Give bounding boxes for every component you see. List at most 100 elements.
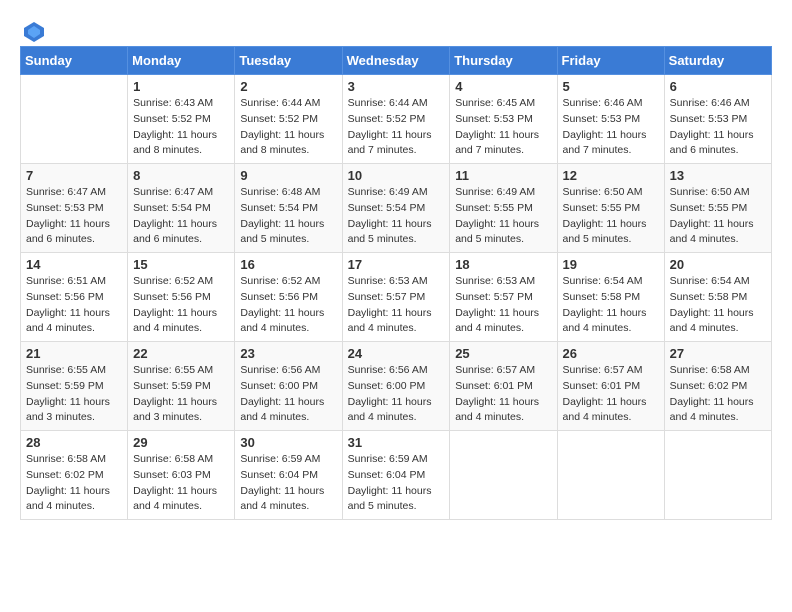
calendar-cell: 22 Sunrise: 6:55 AMSunset: 5:59 PMDayligh… — [128, 342, 235, 431]
calendar-cell: 10Sunrise: 6:49 AMSunset: 5:54 PMDayligh… — [342, 164, 450, 253]
calendar-cell: 20 Sunrise: 6:54 AMSunset: 5:58 PMDayligh… — [664, 253, 771, 342]
day-info: Sunrise: 6:57 AMSunset: 6:01 PMDaylight:… — [563, 363, 659, 426]
calendar-cell: 12Sunrise: 6:50 AMSunset: 5:55 PMDayligh… — [557, 164, 664, 253]
calendar-cell: 3 Sunrise: 6:44 AMSunset: 5:52 PMDaylight… — [342, 75, 450, 164]
day-number: 1 — [133, 79, 229, 94]
day-info: Sunrise: 6:47 AMSunset: 5:54 PMDaylight:… — [133, 185, 229, 248]
day-number: 20 — [670, 257, 766, 272]
day-number: 31 — [348, 435, 445, 450]
calendar-cell: 26 Sunrise: 6:57 AMSunset: 6:01 PMDayligh… — [557, 342, 664, 431]
day-info: Sunrise: 6:58 AMSunset: 6:02 PMDaylight:… — [26, 452, 122, 515]
day-number: 26 — [563, 346, 659, 361]
day-number: 18 — [455, 257, 551, 272]
calendar-week-row: 21 Sunrise: 6:55 AMSunset: 5:59 PMDayligh… — [21, 342, 772, 431]
calendar-cell: 2 Sunrise: 6:44 AMSunset: 5:52 PMDaylight… — [235, 75, 342, 164]
calendar-cell: 4Sunrise: 6:45 AMSunset: 5:53 PMDaylight… — [450, 75, 557, 164]
calendar-cell: 5 Sunrise: 6:46 AMSunset: 5:53 PMDaylight… — [557, 75, 664, 164]
logo — [20, 20, 46, 36]
day-info: Sunrise: 6:57 AMSunset: 6:01 PMDaylight:… — [455, 363, 551, 426]
day-info: Sunrise: 6:52 AMSunset: 5:56 PMDaylight:… — [240, 274, 336, 337]
day-number: 8 — [133, 168, 229, 183]
calendar-cell: 8 Sunrise: 6:47 AMSunset: 5:54 PMDaylight… — [128, 164, 235, 253]
day-info: Sunrise: 6:56 AMSunset: 6:00 PMDaylight:… — [348, 363, 445, 426]
day-info: Sunrise: 6:58 AMSunset: 6:03 PMDaylight:… — [133, 452, 229, 515]
day-number: 28 — [26, 435, 122, 450]
calendar-cell — [557, 431, 664, 520]
day-number: 2 — [240, 79, 336, 94]
day-info: Sunrise: 6:47 AMSunset: 5:53 PMDaylight:… — [26, 185, 122, 248]
weekday-header: Saturday — [664, 47, 771, 75]
calendar-cell: 6Sunrise: 6:46 AMSunset: 5:53 PMDaylight… — [664, 75, 771, 164]
day-info: Sunrise: 6:46 AMSunset: 5:53 PMDaylight:… — [563, 96, 659, 159]
day-number: 30 — [240, 435, 336, 450]
day-info: Sunrise: 6:54 AMSunset: 5:58 PMDaylight:… — [670, 274, 766, 337]
day-number: 4 — [455, 79, 551, 94]
day-number: 5 — [563, 79, 659, 94]
day-number: 15 — [133, 257, 229, 272]
calendar-cell: 25 Sunrise: 6:57 AMSunset: 6:01 PMDayligh… — [450, 342, 557, 431]
day-info: Sunrise: 6:44 AMSunset: 5:52 PMDaylight:… — [240, 96, 336, 159]
calendar-cell: 18Sunrise: 6:53 AMSunset: 5:57 PMDayligh… — [450, 253, 557, 342]
day-info: Sunrise: 6:49 AMSunset: 5:55 PMDaylight:… — [455, 185, 551, 248]
day-number: 27 — [670, 346, 766, 361]
day-number: 19 — [563, 257, 659, 272]
calendar-cell: 11 Sunrise: 6:49 AMSunset: 5:55 PMDayligh… — [450, 164, 557, 253]
calendar-cell: 1Sunrise: 6:43 AMSunset: 5:52 PMDaylight… — [128, 75, 235, 164]
calendar-cell — [450, 431, 557, 520]
weekday-header: Monday — [128, 47, 235, 75]
calendar-week-row: 28 Sunrise: 6:58 AMSunset: 6:02 PMDayligh… — [21, 431, 772, 520]
day-number: 22 — [133, 346, 229, 361]
day-number: 29 — [133, 435, 229, 450]
day-number: 25 — [455, 346, 551, 361]
day-number: 16 — [240, 257, 336, 272]
weekday-header: Wednesday — [342, 47, 450, 75]
day-number: 21 — [26, 346, 122, 361]
day-number: 17 — [348, 257, 445, 272]
calendar-cell: 30 Sunrise: 6:59 AMSunset: 6:04 PMDayligh… — [235, 431, 342, 520]
calendar-cell: 28 Sunrise: 6:58 AMSunset: 6:02 PMDayligh… — [21, 431, 128, 520]
day-number: 13 — [670, 168, 766, 183]
calendar-table: SundayMondayTuesdayWednesdayThursdayFrid… — [20, 46, 772, 520]
day-info: Sunrise: 6:58 AMSunset: 6:02 PMDaylight:… — [670, 363, 766, 426]
calendar-cell: 13 Sunrise: 6:50 AMSunset: 5:55 PMDayligh… — [664, 164, 771, 253]
day-number: 24 — [348, 346, 445, 361]
day-info: Sunrise: 6:52 AMSunset: 5:56 PMDaylight:… — [133, 274, 229, 337]
day-number: 14 — [26, 257, 122, 272]
day-info: Sunrise: 6:55 AMSunset: 5:59 PMDaylight:… — [133, 363, 229, 426]
weekday-header: Tuesday — [235, 47, 342, 75]
calendar-cell: 14 Sunrise: 6:51 AMSunset: 5:56 PMDayligh… — [21, 253, 128, 342]
day-info: Sunrise: 6:59 AMSunset: 6:04 PMDaylight:… — [348, 452, 445, 515]
day-info: Sunrise: 6:48 AMSunset: 5:54 PMDaylight:… — [240, 185, 336, 248]
calendar-cell — [21, 75, 128, 164]
weekday-header-row: SundayMondayTuesdayWednesdayThursdayFrid… — [21, 47, 772, 75]
calendar-week-row: 7 Sunrise: 6:47 AMSunset: 5:53 PMDaylight… — [21, 164, 772, 253]
day-info: Sunrise: 6:56 AMSunset: 6:00 PMDaylight:… — [240, 363, 336, 426]
calendar-week-row: 14 Sunrise: 6:51 AMSunset: 5:56 PMDayligh… — [21, 253, 772, 342]
day-number: 10 — [348, 168, 445, 183]
day-info: Sunrise: 6:46 AMSunset: 5:53 PMDaylight:… — [670, 96, 766, 159]
day-number: 11 — [455, 168, 551, 183]
day-number: 9 — [240, 168, 336, 183]
calendar-cell: 16 Sunrise: 6:52 AMSunset: 5:56 PMDayligh… — [235, 253, 342, 342]
weekday-header: Sunday — [21, 47, 128, 75]
calendar-cell: 24 Sunrise: 6:56 AMSunset: 6:00 PMDayligh… — [342, 342, 450, 431]
calendar-cell: 7 Sunrise: 6:47 AMSunset: 5:53 PMDaylight… — [21, 164, 128, 253]
weekday-header: Thursday — [450, 47, 557, 75]
day-info: Sunrise: 6:53 AMSunset: 5:57 PMDaylight:… — [348, 274, 445, 337]
calendar-cell: 17 Sunrise: 6:53 AMSunset: 5:57 PMDayligh… — [342, 253, 450, 342]
calendar-cell: 23 Sunrise: 6:56 AMSunset: 6:00 PMDayligh… — [235, 342, 342, 431]
day-info: Sunrise: 6:44 AMSunset: 5:52 PMDaylight:… — [348, 96, 445, 159]
day-info: Sunrise: 6:54 AMSunset: 5:58 PMDaylight:… — [563, 274, 659, 337]
calendar-week-row: 1Sunrise: 6:43 AMSunset: 5:52 PMDaylight… — [21, 75, 772, 164]
logo-icon — [22, 20, 46, 44]
calendar-cell: 15 Sunrise: 6:52 AMSunset: 5:56 PMDayligh… — [128, 253, 235, 342]
calendar-cell: 9 Sunrise: 6:48 AMSunset: 5:54 PMDaylight… — [235, 164, 342, 253]
day-info: Sunrise: 6:59 AMSunset: 6:04 PMDaylight:… — [240, 452, 336, 515]
calendar-cell: 29 Sunrise: 6:58 AMSunset: 6:03 PMDayligh… — [128, 431, 235, 520]
calendar-cell: 31 Sunrise: 6:59 AMSunset: 6:04 PMDayligh… — [342, 431, 450, 520]
day-number: 7 — [26, 168, 122, 183]
day-number: 3 — [348, 79, 445, 94]
day-info: Sunrise: 6:50 AMSunset: 5:55 PMDaylight:… — [670, 185, 766, 248]
day-number: 23 — [240, 346, 336, 361]
day-info: Sunrise: 6:51 AMSunset: 5:56 PMDaylight:… — [26, 274, 122, 337]
